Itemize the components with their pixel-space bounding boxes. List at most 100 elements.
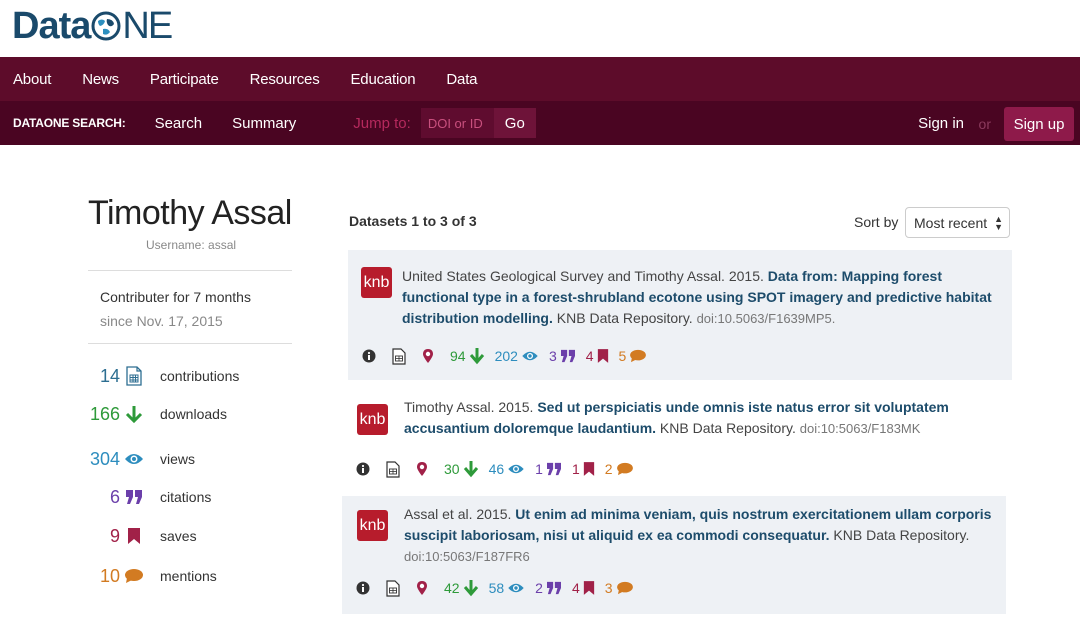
info-icon[interactable] — [356, 462, 370, 476]
main-nav: About News Participate Resources Educati… — [0, 57, 1080, 101]
stat-views[interactable]: 304 views — [84, 447, 195, 471]
downloads-metric[interactable]: 30 — [444, 460, 479, 478]
dataset-metrics: 30 46 1 1 2 — [356, 459, 644, 479]
stat-value: 14 — [99, 365, 120, 386]
sign-in-link[interactable]: Sign in — [918, 115, 964, 132]
stat-saves[interactable]: 9 saves — [84, 524, 197, 548]
dataset-citation: United States Geological Survey and Timo… — [402, 266, 992, 329]
saves-count: 1 — [571, 461, 580, 477]
jump-to-label: Jump to: — [353, 114, 411, 132]
search-nav-label: DATAONE SEARCH: — [13, 116, 126, 130]
eye-icon — [508, 464, 524, 474]
nav-participate[interactable]: Participate — [150, 71, 219, 88]
nav-education[interactable]: Education — [351, 71, 416, 88]
nav-about[interactable]: About — [13, 71, 51, 88]
views-count: 58 — [488, 580, 505, 596]
dataset-card: knb Assal et al. 2015. Ut enim ad minima… — [342, 496, 1006, 614]
citations-metric[interactable]: 3 — [549, 348, 576, 364]
downloads-metric[interactable]: 42 — [444, 579, 479, 597]
dataset-card: knb United States Geological Survey and … — [348, 250, 1012, 380]
spreadsheet-icon — [124, 366, 144, 386]
sort-by-label: Sort by — [854, 214, 899, 230]
nav-resources[interactable]: Resources — [250, 71, 320, 88]
mentions-metric[interactable]: 2 — [605, 461, 634, 477]
stat-label: citations — [160, 489, 212, 505]
map-marker-icon[interactable] — [416, 580, 428, 596]
contributor-duration: Contributer for 7 months — [100, 289, 251, 305]
views-count: 202 — [494, 348, 518, 364]
saves-metric[interactable]: 4 — [572, 580, 595, 596]
mentions-metric[interactable]: 5 — [619, 348, 648, 364]
sort-select[interactable]: Most recent ▲ ▼ — [905, 207, 1010, 238]
views-metric[interactable]: 58 — [489, 580, 526, 596]
globe-icon — [91, 11, 121, 41]
views-count: 46 — [488, 461, 505, 477]
stat-value: 304 — [89, 448, 120, 469]
dataset-metrics: 42 58 2 4 3 — [356, 578, 644, 598]
logo-text-ne: NE — [122, 4, 173, 47]
stat-label: saves — [160, 528, 197, 544]
nav-news[interactable]: News — [82, 71, 119, 88]
saves-metric[interactable]: 4 — [586, 348, 609, 364]
dataset-metrics: 94 202 3 4 5 — [362, 346, 657, 366]
bookmark-icon — [124, 526, 144, 546]
sign-up-button[interactable]: Sign up — [1004, 107, 1074, 141]
stat-value: 9 — [109, 525, 120, 546]
knb-repository-icon: knb — [357, 404, 388, 435]
summary-link[interactable]: Summary — [232, 115, 296, 132]
views-metric[interactable]: 202 — [495, 348, 539, 364]
select-arrows-icon: ▲ ▼ — [994, 214, 1003, 232]
search-link[interactable]: Search — [155, 115, 203, 132]
dataset-citation: Assal et al. 2015. Ut enim ad minima ven… — [404, 504, 994, 567]
sort-selected-value: Most recent — [914, 214, 988, 231]
dataone-logo[interactable]: Data NE — [12, 4, 173, 48]
or-text: or — [978, 116, 991, 132]
doi-input[interactable] — [420, 108, 494, 138]
stat-label: views — [160, 451, 196, 467]
quote-icon — [560, 349, 575, 363]
stat-contributions[interactable]: 14 contributions — [84, 364, 239, 388]
contributor-since: since Nov. 17, 2015 — [100, 313, 223, 329]
metadata-document-icon[interactable] — [386, 579, 400, 597]
go-button[interactable]: Go — [493, 108, 536, 138]
comment-icon — [616, 462, 633, 476]
downloads-count: 30 — [444, 461, 460, 477]
info-icon[interactable] — [356, 581, 370, 595]
profile-name: Timothy Assal — [88, 194, 292, 232]
citations-count: 3 — [548, 348, 557, 364]
dataset-card: knb Timothy Assal. 2015. Sed ut perspici… — [342, 388, 1012, 488]
stat-citations[interactable]: 6 citations — [84, 485, 211, 509]
citations-metric[interactable]: 1 — [535, 461, 562, 477]
stat-label: mentions — [160, 568, 217, 584]
map-marker-icon[interactable] — [422, 348, 434, 364]
citations-metric[interactable]: 2 — [535, 580, 562, 596]
downloads-count: 94 — [450, 348, 466, 364]
knb-repository-icon: knb — [357, 510, 388, 541]
dataset-authors: Timothy Assal. 2015. — [404, 399, 538, 415]
quote-icon — [546, 581, 561, 595]
mentions-count: 2 — [604, 461, 613, 477]
quote-icon — [124, 487, 144, 507]
views-metric[interactable]: 46 — [489, 461, 526, 477]
stat-downloads[interactable]: 166 downloads — [84, 402, 227, 426]
metadata-document-icon[interactable] — [386, 460, 400, 478]
bookmark-icon — [583, 581, 594, 595]
stat-label: contributions — [160, 368, 240, 384]
download-icon — [463, 580, 478, 597]
downloads-metric[interactable]: 94 — [450, 347, 485, 365]
comment-icon — [124, 566, 144, 586]
metadata-document-icon[interactable] — [392, 347, 406, 365]
eye-icon — [508, 583, 524, 593]
dataset-doi: doi:10:5063/F187FR6 — [404, 549, 530, 564]
mentions-count: 3 — [604, 580, 613, 596]
mentions-metric[interactable]: 3 — [605, 580, 634, 596]
dataset-citation: Timothy Assal. 2015. Sed ut perspiciatis… — [404, 397, 999, 439]
logo-text-data: Data — [12, 4, 91, 47]
mentions-count: 5 — [618, 348, 627, 364]
knb-repository-icon: knb — [361, 267, 392, 298]
saves-metric[interactable]: 1 — [572, 461, 595, 477]
stat-mentions[interactable]: 10 mentions — [84, 564, 217, 588]
nav-data[interactable]: Data — [446, 71, 477, 88]
info-icon[interactable] — [362, 349, 376, 363]
map-marker-icon[interactable] — [416, 461, 428, 477]
